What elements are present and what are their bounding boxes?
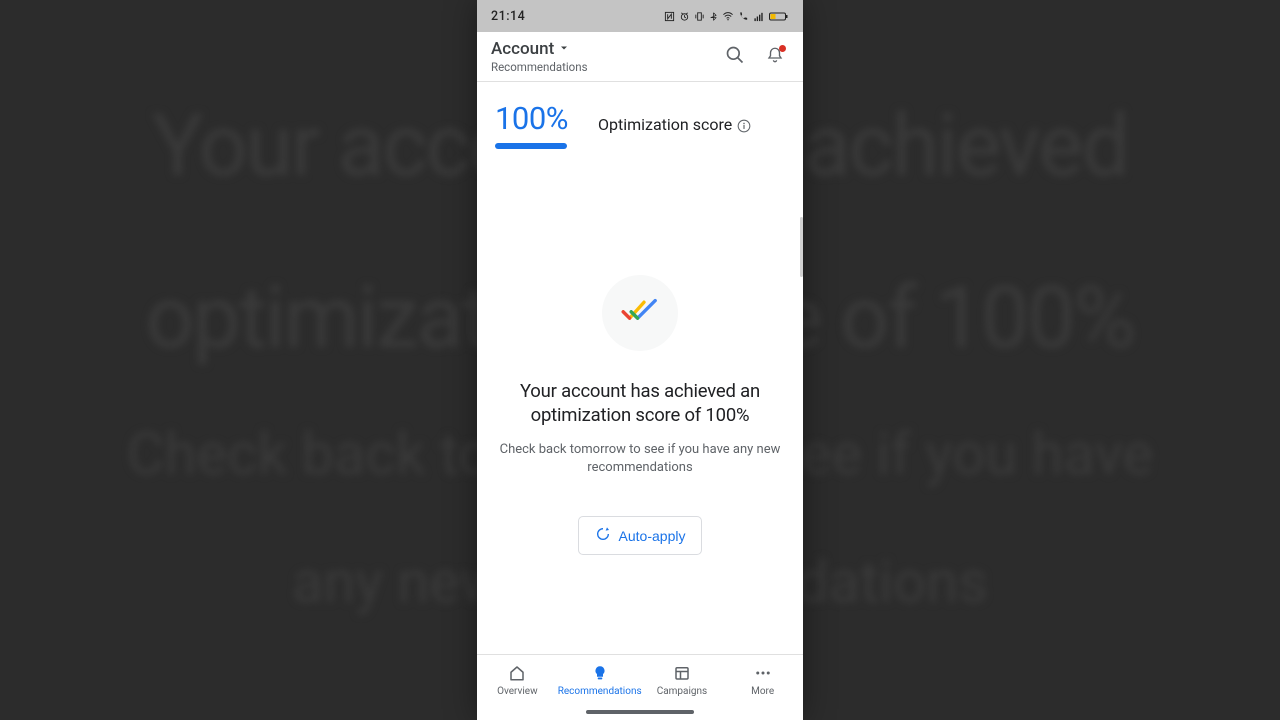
main-content: Your account has achieved an optimizatio…: [477, 155, 803, 654]
appbar-subtitle: Recommendations: [491, 60, 588, 74]
wifi-icon: [722, 11, 734, 22]
nav-more[interactable]: More: [722, 663, 803, 697]
app-bar: Account Recommendations: [477, 32, 803, 82]
nav-label: Recommendations: [558, 686, 642, 697]
optimization-score-label: Optimization score: [598, 115, 732, 134]
achievement-subline: Check back tomorrow to see if you have a…: [499, 441, 781, 476]
notifications-button[interactable]: [761, 43, 789, 71]
double-check-icon: [620, 297, 660, 329]
vibrate-icon: [694, 11, 705, 22]
nav-campaigns[interactable]: Campaigns: [642, 663, 723, 697]
auto-apply-label: Auto-apply: [619, 528, 686, 544]
chevron-down-icon: [558, 39, 570, 59]
info-icon[interactable]: [737, 118, 751, 132]
bluetooth-icon: [709, 11, 718, 22]
auto-apply-icon: [595, 526, 611, 545]
nav-label: Overview: [497, 686, 538, 697]
lightbulb-icon: [591, 663, 609, 683]
alarm-icon: [679, 11, 690, 22]
search-icon: [725, 45, 745, 69]
signal-icon: [753, 11, 765, 22]
campaigns-icon: [673, 663, 691, 683]
nav-label: More: [751, 686, 774, 697]
nfc-icon: [664, 11, 675, 22]
status-time: 21:14: [491, 9, 525, 24]
volte-icon: [738, 11, 749, 22]
account-dropdown[interactable]: Account: [491, 39, 588, 59]
achievement-badge: [602, 275, 678, 351]
achievement-headline: Your account has achieved an optimizatio…: [499, 379, 781, 427]
battery-icon: [769, 11, 789, 22]
phone-frame: 21:14 Account Recommendations: [477, 0, 803, 720]
search-button[interactable]: [721, 43, 749, 71]
auto-apply-button[interactable]: Auto-apply: [578, 516, 703, 555]
gesture-bar[interactable]: [586, 710, 694, 714]
nav-overview[interactable]: Overview: [477, 663, 558, 697]
optimization-score-value: 100%: [495, 100, 568, 137]
account-dropdown-label: Account: [491, 39, 554, 59]
nav-recommendations[interactable]: Recommendations: [558, 663, 642, 697]
bottom-nav: Overview Recommendations Campaigns More: [477, 654, 803, 720]
optimization-score-bar: 100% Optimization score: [477, 82, 803, 155]
status-bar: 21:14: [477, 0, 803, 32]
scrollbar-indicator[interactable]: [800, 217, 803, 277]
nav-label: Campaigns: [657, 686, 708, 697]
home-icon: [508, 663, 526, 683]
more-icon: [754, 663, 772, 683]
notification-badge: [779, 45, 786, 52]
optimization-score-track: [495, 143, 567, 149]
